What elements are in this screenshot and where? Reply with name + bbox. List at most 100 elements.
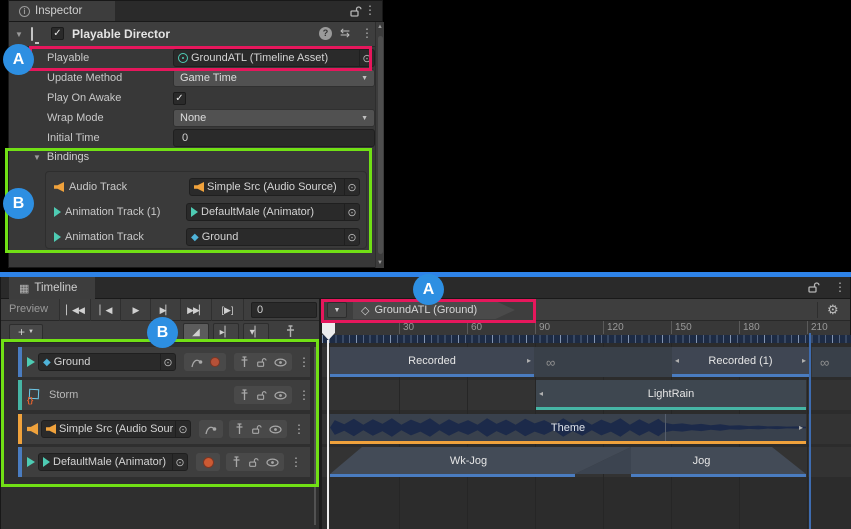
binding-object-field[interactable]: ◆ Ground ⊙ xyxy=(186,228,360,246)
play-range-button[interactable]: [▶] xyxy=(212,299,244,321)
scroll-down-icon[interactable]: ▼ xyxy=(377,260,383,266)
track-header-ground[interactable]: ◆ Ground ⊙ ⋮ xyxy=(18,347,310,377)
marker-track-pin-icon[interactable] xyxy=(285,325,296,338)
gear-icon[interactable]: ⚙ xyxy=(827,302,839,318)
track-menu-icon[interactable]: ⋮ xyxy=(298,389,310,401)
curves-icon[interactable] xyxy=(205,424,217,435)
unlock-icon[interactable] xyxy=(256,390,267,401)
clip-hold-extrapolation: ∞ xyxy=(534,347,672,377)
binding-object-field[interactable]: DefaultMale (Animator) ⊙ xyxy=(186,203,360,221)
wrap-mode-dropdown[interactable]: None ▼ xyxy=(173,109,375,127)
track-menu-icon[interactable]: ⋮ xyxy=(290,456,302,468)
time-ruler[interactable]: 30 60 90 120 150 180 210 xyxy=(322,321,851,335)
scrollbar-thumb[interactable] xyxy=(378,36,383,254)
component-header[interactable]: ▼ ✓ Playable Director ? ⇆ ⋮ xyxy=(9,22,382,47)
component-enabled-checkbox[interactable]: ✓ xyxy=(51,27,64,40)
object-picker-icon[interactable]: ⊙ xyxy=(160,354,175,370)
cube-icon: ◆ xyxy=(43,357,51,368)
object-picker-icon[interactable]: ⊙ xyxy=(359,50,374,66)
tab-inspector-label: Inspector xyxy=(35,5,82,17)
track-header-defaultmale[interactable]: DefaultMale (Animator) ⊙ ⋮ xyxy=(18,447,310,477)
animation-track-icon xyxy=(27,457,35,467)
unlock-icon[interactable] xyxy=(256,357,267,368)
eye-icon[interactable] xyxy=(266,458,279,467)
preview-button[interactable]: Preview xyxy=(9,303,48,315)
component-menu-icon[interactable]: ⋮ xyxy=(361,27,373,39)
add-track-button[interactable]: + ▼ xyxy=(9,324,43,340)
info-icon: i xyxy=(19,6,30,17)
pin-icon[interactable] xyxy=(232,456,241,468)
track-header-audio[interactable]: Simple Src (Audio Sour ⊙ ⋮ xyxy=(18,414,310,444)
window-unlock-icon[interactable] xyxy=(349,5,362,18)
animation-track-icon xyxy=(27,357,35,367)
play-button[interactable]: ▶ xyxy=(121,299,151,321)
object-picker-icon[interactable]: ⊙ xyxy=(344,179,359,195)
record-button[interactable] xyxy=(210,357,220,367)
clip-theme-audio[interactable]: Theme ▸ xyxy=(330,414,806,444)
ruler-tick-band[interactable] xyxy=(322,335,851,343)
clip-jog[interactable]: Jog xyxy=(631,447,772,474)
clip-edge-arrow-icon[interactable]: ▸ xyxy=(802,356,806,365)
inspector-scrollbar[interactable]: ▲ ▼ xyxy=(375,22,384,268)
tab-timeline[interactable]: ▦ Timeline xyxy=(9,277,95,299)
field-label: Play On Awake xyxy=(47,92,173,104)
frame-field[interactable]: 0 xyxy=(251,302,317,318)
eye-icon[interactable] xyxy=(269,425,282,434)
help-icon[interactable]: ? xyxy=(319,27,332,40)
track-menu-icon[interactable]: ⋮ xyxy=(298,356,310,368)
clip-edge-arrow-icon[interactable]: ▸ xyxy=(527,356,531,365)
goto-start-button[interactable]: ▏◀◀ xyxy=(60,299,91,321)
record-button[interactable] xyxy=(203,457,214,468)
object-picker-icon[interactable]: ⊙ xyxy=(344,229,359,245)
unlock-icon[interactable] xyxy=(251,424,262,435)
eye-icon[interactable] xyxy=(274,391,287,400)
clip-edge-arrow-icon[interactable]: ◂ xyxy=(675,356,679,365)
foldout-icon[interactable]: ▼ xyxy=(15,30,23,39)
pin-icon[interactable] xyxy=(240,356,249,368)
timeline-end-marker[interactable] xyxy=(809,333,811,529)
pin-icon[interactable] xyxy=(235,423,244,435)
clip-edge-arrow-icon[interactable]: ◂ xyxy=(539,389,543,398)
track-binding-field[interactable]: ◆ Ground ⊙ xyxy=(38,353,176,371)
playable-object-field[interactable]: GroundATL (Timeline Asset) ⊙ xyxy=(173,49,375,67)
presets-icon[interactable]: ⇆ xyxy=(340,26,350,40)
initial-time-input[interactable]: 0 xyxy=(173,129,375,147)
mix-mode-button[interactable]: ◢ xyxy=(183,323,209,341)
eye-icon[interactable] xyxy=(274,358,287,367)
clip-crossfade[interactable] xyxy=(575,447,631,474)
object-picker-icon[interactable]: ⊙ xyxy=(175,421,190,437)
scroll-up-icon[interactable]: ▲ xyxy=(377,24,383,30)
foldout-icon: ▼ xyxy=(33,153,41,162)
bindings-foldout[interactable]: ▼ Bindings xyxy=(33,151,89,163)
previous-frame-button[interactable]: ▏◀ xyxy=(91,299,121,321)
tab-inspector[interactable]: i Inspector xyxy=(9,1,115,21)
clip-recorded-1[interactable]: ◂ Recorded (1) ▸ xyxy=(672,347,809,377)
update-method-dropdown[interactable]: Game Time ▼ xyxy=(173,69,375,87)
binding-track-label: Audio Track xyxy=(69,181,189,193)
track-binding-field[interactable]: DefaultMale (Animator) ⊙ xyxy=(38,453,188,471)
clip-recorded[interactable]: Recorded ▸ xyxy=(330,347,534,377)
clip-edge-arrow-icon[interactable]: ▸ xyxy=(799,423,803,432)
track-header-storm[interactable]: {} Storm ⋮ xyxy=(18,380,310,410)
replace-mode-button[interactable]: ▾▏ xyxy=(243,323,269,341)
track-binding-field[interactable]: Simple Src (Audio Sour ⊙ xyxy=(41,420,191,438)
play-on-awake-checkbox[interactable]: ✓ xyxy=(173,92,186,105)
window-menu-icon[interactable]: ⋮ xyxy=(364,4,376,16)
clip-lightrain[interactable]: ◂ LightRain xyxy=(536,380,806,410)
curves-icon[interactable] xyxy=(191,357,203,368)
track-menu-icon[interactable]: ⋮ xyxy=(293,423,305,435)
window-menu-icon[interactable]: ⋮ xyxy=(834,281,846,293)
clip-wk-jog[interactable]: Wk-Jog xyxy=(362,447,575,474)
ripple-mode-button[interactable]: ▸▏ xyxy=(213,323,239,341)
pin-icon[interactable] xyxy=(240,389,249,401)
playhead-line[interactable] xyxy=(327,340,329,529)
unlock-icon[interactable] xyxy=(248,457,259,468)
object-picker-icon[interactable]: ⊙ xyxy=(172,454,187,470)
goto-end-button[interactable]: ▶▶▏ xyxy=(181,299,212,321)
track-list-scrollbar[interactable] xyxy=(314,347,316,525)
object-picker-icon[interactable]: ⊙ xyxy=(344,204,359,220)
timeline-selector-dropdown[interactable]: ▼ xyxy=(327,302,347,318)
pane-divider[interactable] xyxy=(319,299,322,529)
binding-object-field[interactable]: Simple Src (Audio Source) ⊙ xyxy=(189,178,360,196)
window-unlock-icon[interactable] xyxy=(807,281,820,294)
